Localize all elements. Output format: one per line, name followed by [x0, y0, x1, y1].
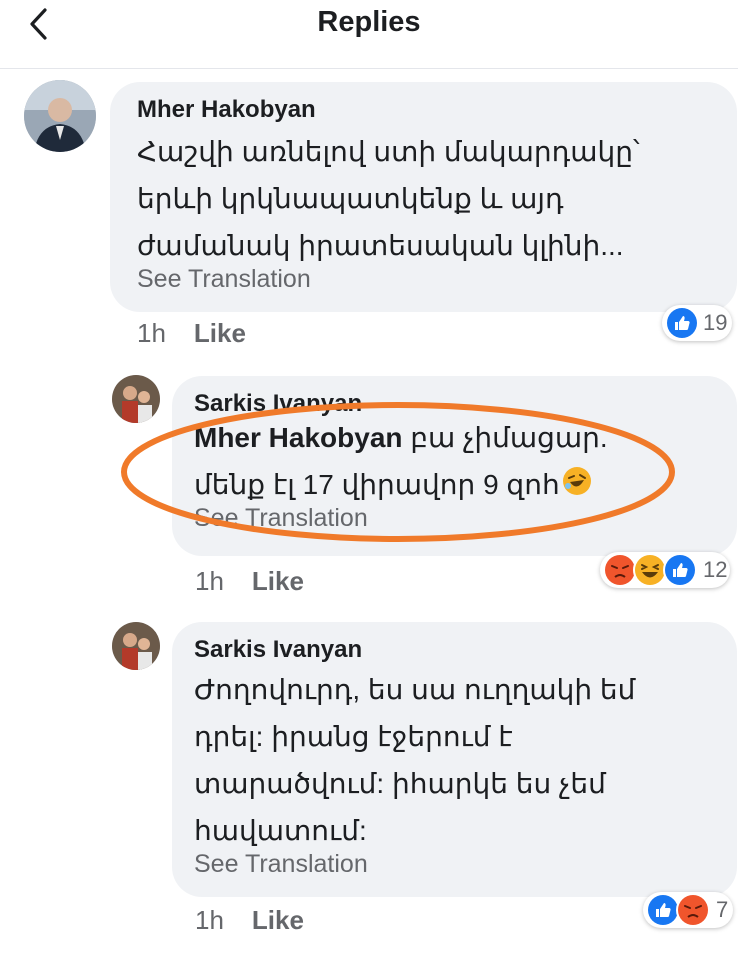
- see-translation-link[interactable]: See Translation: [137, 265, 717, 294]
- avatar[interactable]: [112, 622, 160, 670]
- highlight-ellipse: [121, 402, 675, 542]
- comment-meta: 1h Like: [195, 566, 304, 597]
- comment-bubble: Sarkis Ivanyan Ժողովուրդ, ես սա ուղղակի …: [172, 622, 737, 897]
- comment-author[interactable]: Sarkis Ivanyan: [194, 636, 717, 664]
- comment-text: Ժողովուրդ, ես սա ուղղակի եմ դրել: իրանց …: [194, 674, 636, 846]
- reaction-summary[interactable]: 19: [662, 305, 732, 341]
- top-bar: Replies: [0, 0, 738, 69]
- page-title: Replies: [317, 6, 421, 38]
- haha-reaction-icon: [633, 553, 667, 587]
- comment-meta: 1h Like: [137, 318, 246, 349]
- like-reaction-icon: [646, 893, 680, 927]
- comment-time: 1h: [195, 905, 224, 935]
- comment-time: 1h: [137, 318, 166, 348]
- comment-author[interactable]: Mher Hakobyan: [137, 96, 717, 124]
- reaction-summary[interactable]: 12: [600, 552, 730, 588]
- avatar-photo: [112, 622, 160, 670]
- comment-time: 1h: [195, 566, 224, 596]
- see-translation-link[interactable]: See Translation: [194, 850, 717, 879]
- comment-text: Հաշվի առնելով ստի մակարդակը՝ երևի կրկնապ…: [137, 136, 640, 261]
- like-button[interactable]: Like: [252, 905, 304, 935]
- avatar[interactable]: [24, 80, 96, 152]
- reaction-count: 19: [703, 310, 728, 335]
- like-reaction-icon: [663, 553, 697, 587]
- reaction-count: 7: [716, 897, 729, 922]
- like-button[interactable]: Like: [194, 318, 246, 348]
- avatar-photo: [24, 80, 96, 152]
- angry-reaction-icon: [603, 553, 637, 587]
- comment-bubble: Mher Hakobyan Հաշվի առնելով ստի մակարդակ…: [110, 82, 737, 312]
- comment-meta: 1h Like: [195, 905, 304, 936]
- like-reaction-icon: [665, 306, 699, 340]
- reaction-count: 12: [703, 557, 728, 582]
- reaction-summary[interactable]: 7: [643, 892, 733, 928]
- angry-reaction-icon: [676, 893, 710, 927]
- like-button[interactable]: Like: [252, 566, 304, 596]
